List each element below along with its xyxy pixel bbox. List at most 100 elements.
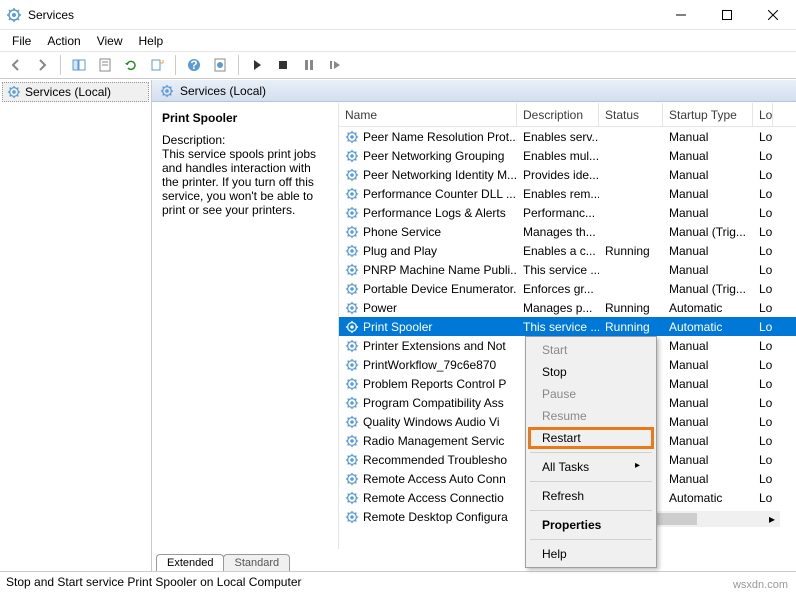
service-icon (345, 434, 359, 448)
service-name: Program Compatibility Ass (363, 396, 504, 410)
service-row[interactable]: Performance Logs & AlertsPerformanc...Ma… (339, 203, 796, 222)
service-row[interactable]: Peer Networking Identity M...Provides id… (339, 165, 796, 184)
service-description: Manages th... (517, 225, 599, 239)
service-startup: Manual (663, 415, 753, 429)
service-row[interactable]: Phone ServiceManages th...Manual (Trig..… (339, 222, 796, 241)
refresh-button[interactable] (119, 53, 143, 77)
service-startup: Manual (663, 339, 753, 353)
context-menu: Start Stop Pause Resume Restart All Task… (525, 336, 657, 568)
service-icon (345, 453, 359, 467)
service-icon (345, 491, 359, 505)
service-description: Enables rem... (517, 187, 599, 201)
pause-service-button[interactable] (297, 53, 321, 77)
service-startup: Automatic (663, 491, 753, 505)
list-header-title: Services (Local) (180, 84, 266, 98)
list-header: Services (Local) (152, 80, 796, 102)
service-row[interactable]: Print SpoolerThis service ...RunningAuto… (339, 317, 796, 336)
service-logon: Lo (753, 491, 773, 505)
service-row[interactable]: Peer Name Resolution Prot...Enables serv… (339, 127, 796, 146)
context-restart[interactable]: Restart (528, 427, 654, 449)
detail-description: This service spools print jobs and handl… (162, 147, 328, 217)
service-row[interactable]: Portable Device Enumerator...Enforces gr… (339, 279, 796, 298)
column-name[interactable]: Name (339, 103, 517, 126)
scroll-right-button[interactable]: ▸ (764, 511, 780, 527)
service-icon (345, 358, 359, 372)
service-row[interactable]: Performance Counter DLL ...Enables rem..… (339, 184, 796, 203)
service-name: Peer Networking Identity M... (363, 168, 517, 182)
view-tabs: Extended Standard (152, 549, 796, 571)
service-status: Running (599, 301, 663, 315)
column-logon[interactable]: Lo (753, 103, 773, 126)
toolbar: ? (0, 51, 796, 79)
context-all-tasks[interactable]: All Tasks (528, 456, 654, 478)
menu-action[interactable]: Action (41, 32, 86, 50)
service-row[interactable]: Peer Networking GroupingEnables mul...Ma… (339, 146, 796, 165)
service-description: Performanc... (517, 206, 599, 220)
tab-standard[interactable]: Standard (223, 554, 290, 571)
service-name: Print Spooler (363, 320, 432, 334)
properties-button[interactable] (93, 53, 117, 77)
help-button[interactable]: ? (182, 53, 206, 77)
service-startup: Automatic (663, 320, 753, 334)
column-description[interactable]: Description (517, 103, 599, 126)
service-icon (345, 301, 359, 315)
service-logon: Lo (753, 377, 773, 391)
service-status: Running (599, 320, 663, 334)
service-row[interactable]: PNRP Machine Name Publi...This service .… (339, 260, 796, 279)
service-status: Running (599, 244, 663, 258)
menu-file[interactable]: File (6, 32, 37, 50)
service-icon (345, 244, 359, 258)
context-pause[interactable]: Pause (528, 383, 654, 405)
service-icon (345, 187, 359, 201)
tab-extended[interactable]: Extended (156, 554, 224, 571)
minimize-button[interactable] (658, 0, 704, 30)
service-startup: Manual (663, 244, 753, 258)
tree-pane: Services (Local) (0, 80, 152, 571)
help-topics-button[interactable] (208, 53, 232, 77)
service-startup: Manual (Trig... (663, 282, 753, 296)
service-logon: Lo (753, 358, 773, 372)
detail-pane: Print Spooler Description: This service … (152, 103, 338, 549)
service-startup: Manual (663, 358, 753, 372)
context-stop[interactable]: Stop (528, 361, 654, 383)
service-logon: Lo (753, 472, 773, 486)
detail-title: Print Spooler (162, 111, 328, 125)
context-help[interactable]: Help (528, 543, 654, 565)
menu-view[interactable]: View (91, 32, 129, 50)
service-icon (345, 415, 359, 429)
context-start[interactable]: Start (528, 339, 654, 361)
forward-button[interactable] (30, 53, 54, 77)
maximize-button[interactable] (704, 0, 750, 30)
context-refresh[interactable]: Refresh (528, 485, 654, 507)
menu-help[interactable]: Help (133, 32, 170, 50)
export-button[interactable] (145, 53, 169, 77)
column-startup-type[interactable]: Startup Type (663, 103, 753, 126)
service-logon: Lo (753, 434, 773, 448)
services-icon (160, 84, 174, 98)
close-button[interactable] (750, 0, 796, 30)
context-resume[interactable]: Resume (528, 405, 654, 427)
service-logon: Lo (753, 339, 773, 353)
watermark: wsxdn.com (733, 579, 788, 591)
service-startup: Manual (663, 396, 753, 410)
restart-service-button[interactable] (323, 53, 347, 77)
service-logon: Lo (753, 149, 773, 163)
back-button[interactable] (4, 53, 28, 77)
service-logon: Lo (753, 244, 773, 258)
title-bar: Services (0, 0, 796, 30)
service-name: Phone Service (363, 225, 441, 239)
service-row[interactable]: Plug and PlayEnables a c...RunningManual… (339, 241, 796, 260)
service-description: Enables mul... (517, 149, 599, 163)
status-bar: Stop and Start service Print Spooler on … (0, 571, 796, 592)
start-service-button[interactable] (245, 53, 269, 77)
show-hide-tree-button[interactable] (67, 53, 91, 77)
service-row[interactable]: PowerManages p...RunningAutomaticLo (339, 298, 796, 317)
services-icon (7, 85, 21, 99)
column-status[interactable]: Status (599, 103, 663, 126)
context-properties[interactable]: Properties (528, 514, 654, 536)
service-icon (345, 320, 359, 334)
stop-service-button[interactable] (271, 53, 295, 77)
tree-item-services-local[interactable]: Services (Local) (2, 82, 149, 102)
service-name: Peer Name Resolution Prot... (363, 130, 517, 144)
service-startup: Manual (663, 187, 753, 201)
